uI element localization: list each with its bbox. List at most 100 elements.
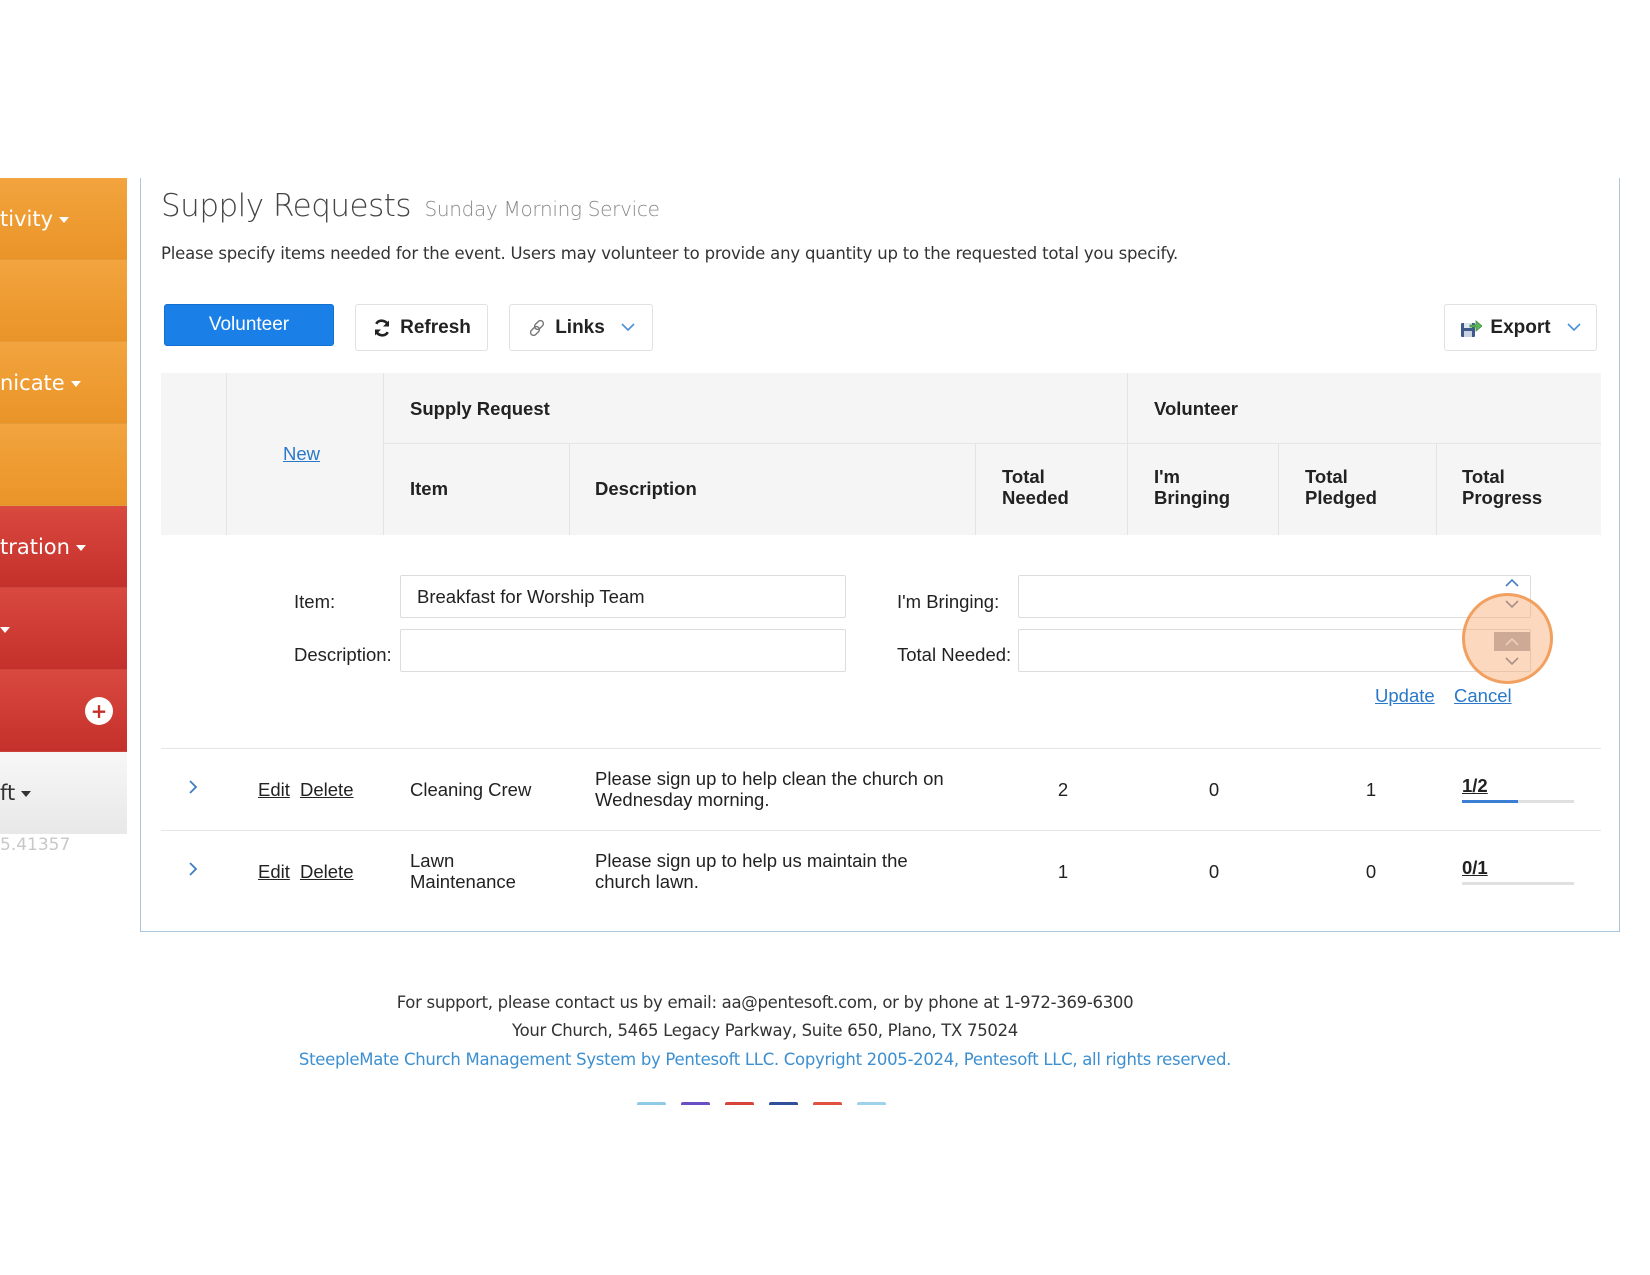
footer-support-text: For support, please contact us by email:… [396,993,1134,1012]
item-input[interactable]: Breakfast for Worship Team [400,575,846,618]
sidebar-item-activity[interactable]: tivity [0,178,127,260]
sidebar-item-blank-1[interactable] [0,260,127,342]
sidebar-item-administration[interactable]: tration [0,506,127,588]
export-button-label: Export [1490,316,1551,338]
progress-bar [1462,882,1574,885]
table-row: Edit Delete Lawn Maintenance Please sign … [161,830,1601,912]
total-needed-cell: 1 [1057,861,1069,882]
supply-requests-panel: Supply Requests Sunday Morning Service P… [140,178,1620,932]
refresh-button[interactable]: Refresh [355,304,488,351]
total-needed-cell: 2 [1057,779,1069,800]
page-title: Supply Requests Sunday Morning Service [161,188,660,224]
edit-link[interactable]: Edit [258,861,290,882]
item-cell: Cleaning Crew [410,779,532,800]
footer-copyright-link[interactable]: SteepleMate Church Management System by … [0,1050,1530,1069]
column-header-total-progress: Total Progress [1462,466,1543,508]
social-icon[interactable] [813,1102,842,1105]
sidebar-item-blank-2[interactable] [0,424,127,506]
expand-row-icon[interactable] [188,778,198,799]
im-bringing-input[interactable] [1018,575,1531,618]
social-icon[interactable] [637,1102,666,1105]
new-supply-request-link[interactable]: New [283,443,320,465]
version-number: 5.41357 [0,835,71,855]
total-pledged-cell: 0 [1365,861,1377,882]
link-icon [527,318,547,338]
caret-down-icon [70,380,81,387]
sidebar-item-label: tivity [0,206,53,231]
description-input[interactable] [400,629,846,672]
social-icon[interactable] [681,1102,710,1105]
progress-label: 1/2 [1462,775,1488,796]
sidebar-item-label: tration [0,534,70,559]
spin-up-button[interactable] [1494,632,1530,651]
im-bringing-label: I'm Bringing: [897,591,1000,612]
edit-link[interactable]: Edit [258,779,290,800]
total-needed-input[interactable] [1018,629,1531,672]
description-cell: Please sign up to help clean the church … [595,768,944,810]
sidebar-item-dropdown[interactable] [0,588,127,670]
expand-row-icon[interactable] [188,860,198,881]
caret-down-icon [59,216,69,223]
column-header-im-bringing: I'm Bringing [1154,466,1231,508]
sidebar: tivity nicate tration + ft [0,178,127,834]
spin-up-icon[interactable] [1505,578,1519,587]
total-needed-spinner[interactable] [1494,632,1530,671]
plus-circle-icon[interactable]: + [85,696,113,725]
table-header: New Supply Request Volunteer Item Descri… [161,373,1601,535]
edit-supply-request-form: Item: Breakfast for Worship Team Descrip… [161,535,1601,748]
group-header-supply-request: Supply Request [410,398,550,419]
sidebar-item-label: nicate [0,370,65,395]
social-icon[interactable] [725,1102,754,1105]
description-cell: Please sign up to help us maintain the ch… [595,850,908,892]
refresh-button-label: Refresh [400,316,471,338]
total-needed-label: Total Needed: [897,644,1012,665]
refresh-icon [372,318,392,338]
sidebar-item-account[interactable]: ft [0,752,127,834]
delete-link[interactable]: Delete [300,779,353,800]
column-header-total-needed: Total Needed [1002,466,1069,508]
item-label: Item: [294,591,336,612]
im-bringing-spinner[interactable] [1494,578,1530,617]
spin-down-icon[interactable] [1505,600,1519,609]
caret-down-icon [0,626,10,633]
links-button-label: Links [555,316,605,338]
supply-requests-table: New Supply Request Volunteer Item Descri… [161,373,1601,912]
chevron-down-icon [1567,323,1581,332]
description-label: Description: [294,644,392,665]
delete-link[interactable]: Delete [300,861,353,882]
footer-address: Your Church, 5465 Legacy Parkway, Suite … [512,1021,1018,1040]
im-bringing-cell: 0 [1208,861,1220,882]
progress-label: 0/1 [1462,857,1488,878]
chevron-down-icon [621,323,635,332]
cancel-link[interactable]: Cancel [1454,685,1512,707]
social-links [637,1102,886,1105]
column-header-total-pledged: Total Pledged [1305,466,1377,508]
social-icon[interactable] [857,1102,886,1105]
sidebar-item-add[interactable]: + [0,670,127,752]
page-title-text: Supply Requests [161,188,412,224]
total-pledged-cell: 1 [1365,779,1377,800]
page-description: Please specify items needed for the even… [161,244,1179,263]
export-dropdown-button[interactable]: Export [1444,304,1597,351]
sidebar-item-label: ft [0,780,16,805]
volunteer-button[interactable]: Volunteer [164,304,334,346]
group-header-volunteer: Volunteer [1154,398,1238,419]
column-header-description: Description [595,478,697,499]
export-save-icon [1460,318,1483,338]
volunteer-button-label: Volunteer [208,314,290,335]
spin-down-icon[interactable] [1505,657,1519,666]
update-link[interactable]: Update [1375,685,1435,707]
column-header-item: Item [410,478,449,499]
progress-bar [1462,800,1574,803]
links-dropdown-button[interactable]: Links [509,304,653,351]
progress-bar-fill [1462,800,1518,803]
spin-up-icon [1505,637,1519,646]
sidebar-item-communicate[interactable]: nicate [0,342,127,424]
caret-down-icon [21,790,32,797]
social-icon[interactable] [769,1102,798,1105]
page-subtitle: Sunday Morning Service [424,197,660,221]
im-bringing-cell: 0 [1208,779,1220,800]
item-cell: Lawn Maintenance [410,850,516,892]
table-row: Edit Delete Cleaning Crew Please sign up… [161,748,1601,830]
caret-down-icon [75,544,86,551]
